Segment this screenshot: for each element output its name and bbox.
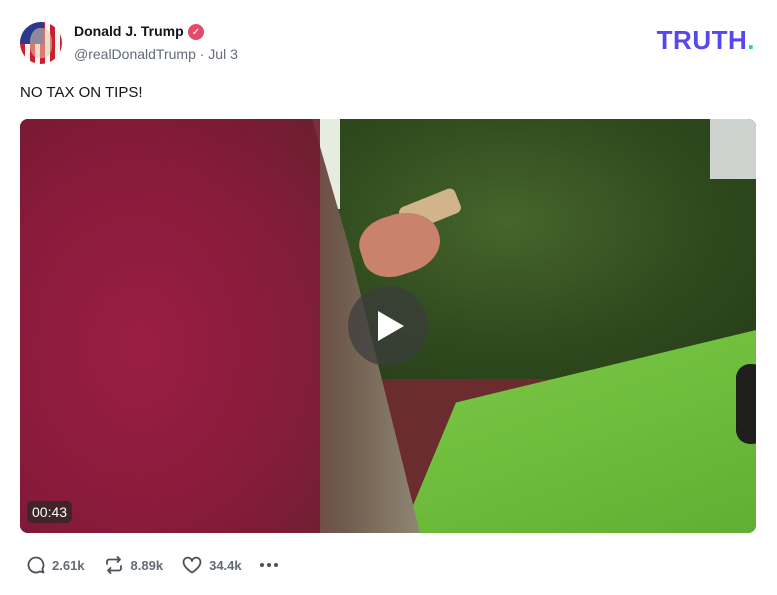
like-button[interactable]: 34.4k <box>181 555 242 575</box>
logo-text: TRUTH <box>656 25 748 55</box>
play-button[interactable] <box>348 286 428 366</box>
logo-dot: . <box>747 25 755 55</box>
truth-post: Donald J. Trump ✓ @realDonaldTrump · Jul… <box>0 0 777 595</box>
reply-count: 2.61k <box>52 557 85 573</box>
video-frame-blur <box>20 119 320 533</box>
post-text: NO TAX ON TIPS! <box>20 84 143 101</box>
like-count: 34.4k <box>209 557 242 573</box>
retruth-icon <box>105 556 122 574</box>
heart-icon <box>182 556 202 574</box>
reply-button[interactable]: 2.61k <box>26 555 85 575</box>
video-duration: 00:43 <box>27 501 73 523</box>
truth-logo[interactable]: TRUTH. <box>657 27 755 53</box>
video-frame-wheel <box>736 364 756 444</box>
author-name[interactable]: Donald J. Trump <box>74 23 184 39</box>
verified-badge-icon: ✓ <box>188 24 204 40</box>
more-dot <box>259 563 264 567</box>
retruth-button[interactable]: 8.89k <box>103 555 164 575</box>
post-actions: 2.61k 8.89k 34.4k <box>26 554 281 576</box>
avatar-face <box>30 28 52 58</box>
video-player[interactable]: 00:43 <box>20 119 756 533</box>
retruth-count: 8.89k <box>130 557 164 573</box>
more-options-icon[interactable] <box>259 563 281 567</box>
more-dot <box>273 563 278 567</box>
reply-icon <box>27 556 45 574</box>
avatar[interactable] <box>20 22 62 64</box>
author-handle-date[interactable]: @realDonaldTrump · Jul 3 <box>74 46 238 62</box>
video-frame-cart <box>710 119 756 179</box>
more-dot <box>266 563 271 567</box>
play-icon <box>378 311 404 341</box>
